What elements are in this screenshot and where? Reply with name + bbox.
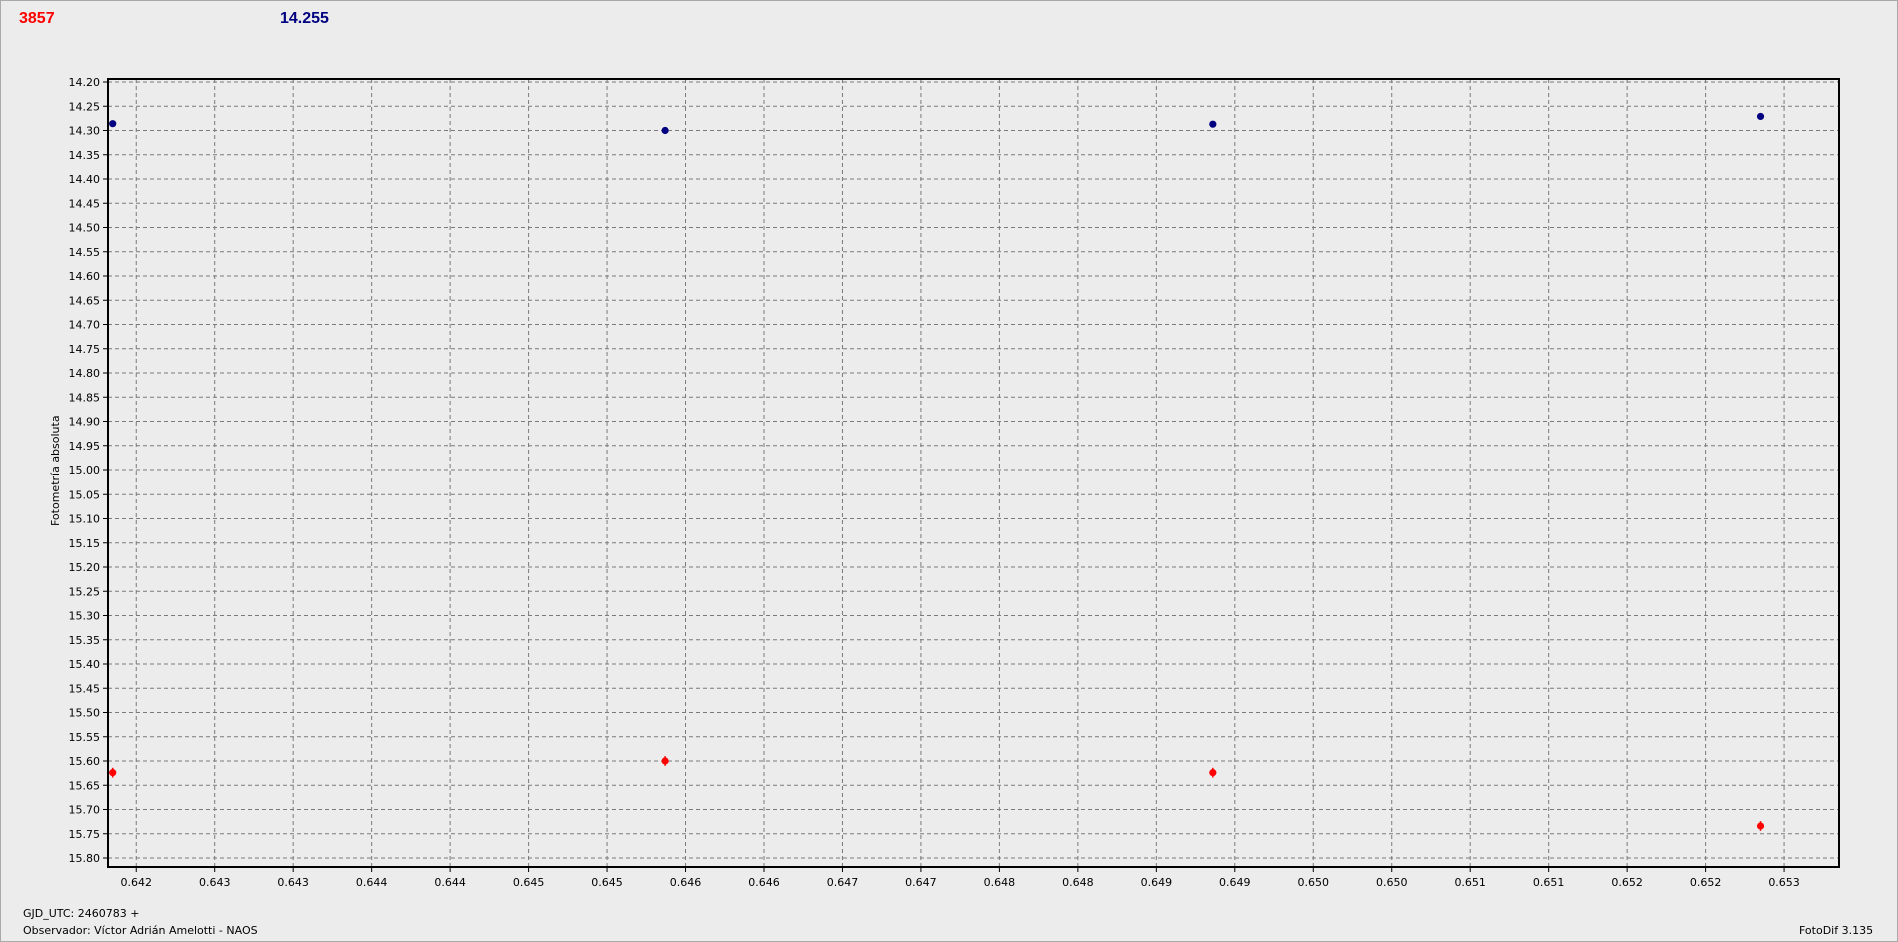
y-tick-label: 14.30 [69,125,101,138]
y-tick-label: 15.45 [69,682,101,695]
y-tick-label: 15.40 [69,658,101,671]
y-tick-label: 14.40 [69,173,101,186]
software-version-label: FotoDif 3.135 [1799,924,1874,937]
y-tick-label: 15.00 [69,464,101,477]
plot-area [108,79,1839,867]
y-axis-ticks: 14.20 14.25 14.30 14.35 14.40 14.45 14.50 14.55… [69,76,108,865]
y-tick-label: 14.60 [69,270,101,283]
x-tick-label: 0.648 [984,876,1016,889]
y-tick-label: 15.30 [69,610,101,623]
y-axis-label: Fotometría absoluta [49,415,62,526]
light-curve-chart: 14.20 14.25 14.30 14.35 14.40 14.45 14.50 14.55… [69,76,1840,889]
y-tick-label: 15.80 [69,852,101,865]
x-tick-label: 0.652 [1690,876,1722,889]
y-tick-label: 14.45 [69,197,101,210]
x-tick-label: 0.649 [1219,876,1251,889]
x-tick-label: 0.644 [356,876,388,889]
data-point [1209,120,1217,128]
y-tick-label: 14.20 [69,76,101,89]
chart-window: 3857 14.255 14.20 14.25 14.30 14.35 14.40 14.… [0,0,1898,942]
x-tick-label: 0.650 [1376,876,1408,889]
data-point [1756,822,1765,830]
data-point [109,120,117,128]
x-tick-label: 0.651 [1533,876,1565,889]
y-tick-label: 15.60 [69,755,101,768]
y-tick-label: 14.95 [69,440,101,453]
x-tick-label: 0.649 [1141,876,1173,889]
x-tick-label: 0.650 [1298,876,1330,889]
y-tick-label: 15.70 [69,804,101,817]
y-tick-label: 14.75 [69,343,101,356]
y-tick-label: 15.55 [69,731,101,744]
y-tick-label: 14.50 [69,222,101,235]
x-tick-label: 0.645 [591,876,623,889]
x-tick-label: 0.647 [827,876,859,889]
x-tick-label: 0.644 [434,876,466,889]
y-tick-label: 14.25 [69,100,101,113]
data-point [1756,112,1765,121]
x-tick-label: 0.653 [1768,876,1800,889]
x-tick-label: 0.645 [513,876,545,889]
x-tick-label: 0.642 [120,876,152,889]
x-tick-label: 0.643 [277,876,309,889]
data-point [109,769,117,777]
data-point [1209,769,1217,777]
x-axis-ticks: 0.642 0.643 0.643 0.644 0.644 0.645 0.645 0.646… [120,867,1800,889]
x-tick-label: 0.651 [1454,876,1486,889]
data-point [661,757,669,765]
y-tick-label: 15.20 [69,561,101,574]
observer-label: Observador: Víctor Adrián Amelotti - NAO… [23,924,258,937]
x-tick-label: 0.647 [905,876,937,889]
x-tick-label: 0.652 [1611,876,1643,889]
y-tick-label: 14.35 [69,149,101,162]
y-tick-label: 15.25 [69,585,101,598]
y-tick-label: 14.80 [69,367,101,380]
y-tick-label: 15.50 [69,707,101,720]
y-tick-label: 15.35 [69,634,101,647]
y-tick-label: 15.10 [69,513,101,526]
y-tick-label: 15.05 [69,488,101,501]
y-tick-label: 14.65 [69,294,101,307]
x-tick-label: 0.646 [670,876,702,889]
y-tick-label: 14.85 [69,391,101,404]
x-tick-label: 0.646 [748,876,780,889]
x-tick-label: 0.648 [1062,876,1094,889]
y-tick-label: 15.75 [69,828,101,841]
y-tick-label: 15.15 [69,537,101,550]
y-tick-label: 14.90 [69,416,101,429]
y-tick-label: 14.70 [69,319,101,332]
y-tick-label: 14.55 [69,246,101,259]
y-tick-label: 15.65 [69,779,101,792]
data-point [661,126,669,135]
x-tick-label: 0.643 [199,876,231,889]
gjd-utc-label: GJD_UTC: 2460783 + [23,907,140,920]
